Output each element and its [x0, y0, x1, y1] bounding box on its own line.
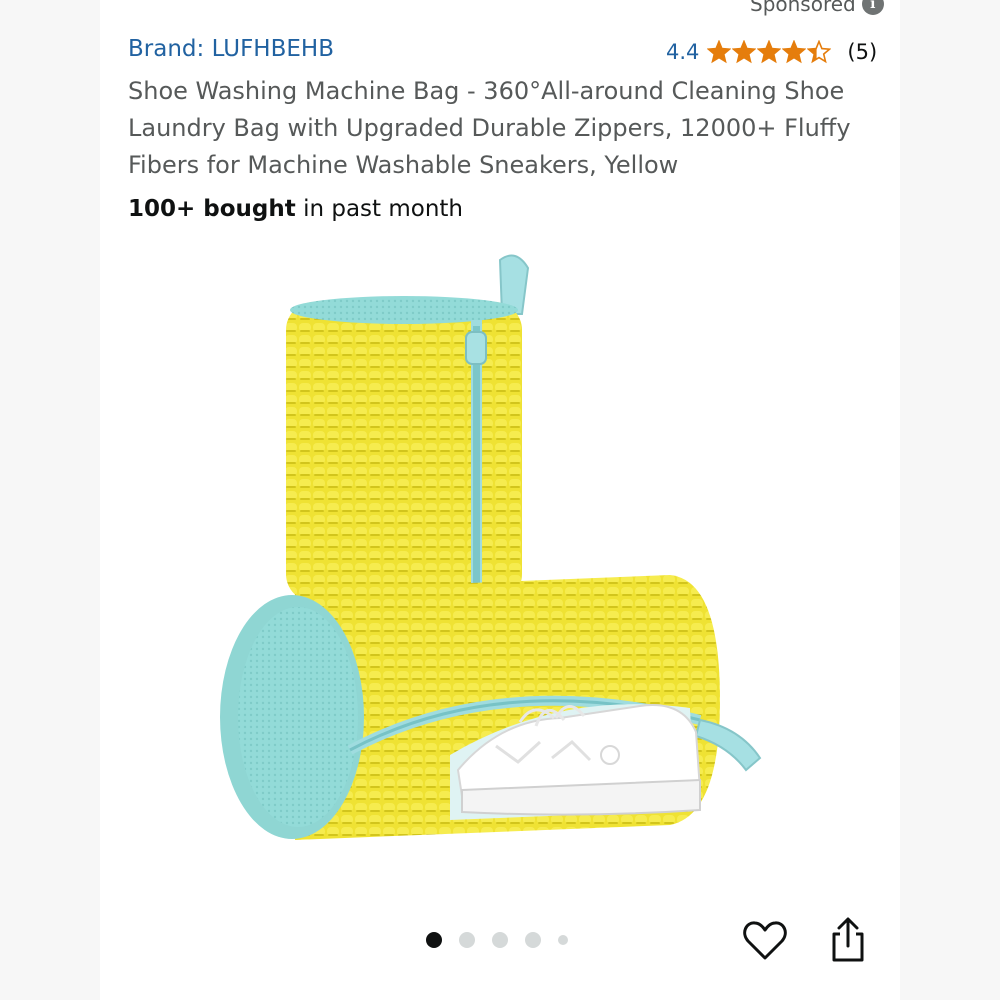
product-title[interactable]: Shoe Washing Machine Bag - 360°All-aroun…	[128, 73, 868, 184]
carousel-dot[interactable]	[558, 935, 568, 945]
right-margin	[900, 0, 1000, 1000]
share-icon	[832, 917, 864, 962]
star-icon	[807, 40, 832, 64]
info-icon[interactable]: i	[861, 0, 884, 15]
carousel-dot[interactable]	[525, 932, 541, 948]
carousel-dot[interactable]	[492, 932, 508, 948]
rating-value: 4.4	[666, 40, 700, 64]
add-to-list-button[interactable]	[742, 918, 788, 964]
star-icon	[732, 40, 757, 64]
share-button[interactable]	[826, 916, 870, 964]
rating-summary[interactable]: 4.4 (5)	[666, 40, 877, 64]
upright-bag	[286, 254, 530, 602]
sponsored-label[interactable]: Sponsored i	[750, 0, 884, 16]
product-image[interactable]	[200, 250, 800, 870]
star-icon	[757, 40, 782, 64]
carousel-dot[interactable]	[426, 932, 442, 948]
bought-count-rest: in past month	[295, 196, 464, 222]
bought-count: 100+ bought in past month	[128, 196, 463, 222]
brand-link[interactable]: Brand: LUFHBEHB	[128, 36, 334, 62]
star-icon	[707, 40, 732, 64]
product-page: Sponsored i Brand: LUFHBEHB 4.4 (5) Shoe…	[0, 0, 1000, 1000]
bought-count-bold: 100+ bought	[128, 196, 296, 222]
star-rating	[707, 40, 832, 64]
heart-icon	[743, 921, 787, 960]
carousel-dot[interactable]	[459, 932, 475, 948]
left-margin	[0, 0, 100, 1000]
sponsored-text: Sponsored	[750, 0, 856, 16]
star-icon	[782, 40, 807, 64]
carousel-dots[interactable]	[426, 932, 568, 948]
review-count[interactable]: (5)	[847, 40, 877, 64]
